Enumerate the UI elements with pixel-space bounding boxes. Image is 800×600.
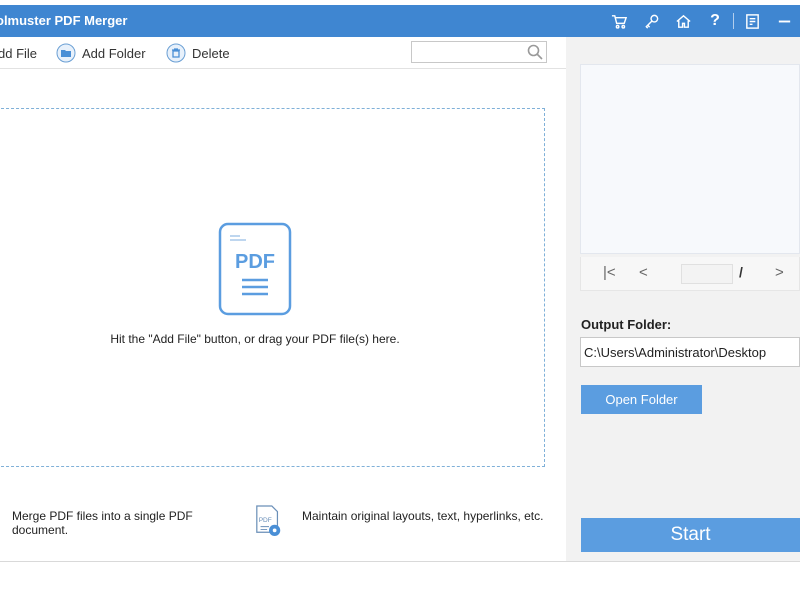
- add-folder-button[interactable]: Add Folder: [56, 43, 146, 63]
- cart-icon[interactable]: [603, 5, 635, 37]
- output-folder-input[interactable]: [580, 337, 800, 367]
- page-number-input[interactable]: [681, 264, 733, 284]
- search-input[interactable]: [412, 42, 524, 62]
- output-folder-label: Output Folder:: [581, 317, 672, 332]
- feature-layout-text: Maintain original layouts, text, hyperli…: [302, 509, 544, 523]
- search-box: [411, 41, 547, 63]
- home-icon[interactable]: [667, 5, 699, 37]
- minimize-icon[interactable]: [768, 5, 800, 37]
- delete-button[interactable]: Delete: [166, 43, 230, 63]
- title-bar-icons: ?: [603, 5, 800, 37]
- pdf-layout-icon: PDF: [256, 505, 281, 536]
- open-folder-button[interactable]: Open Folder: [581, 385, 702, 414]
- add-folder-icon: [56, 43, 76, 63]
- feature-icon-text: PDF: [259, 517, 272, 524]
- status-bar: [0, 562, 800, 600]
- pdf-file-icon: PDF: [218, 222, 292, 316]
- help-glyph: ?: [710, 12, 720, 29]
- output-panel: |< < / > Output Folder: Open Folder Star…: [566, 37, 800, 561]
- file-list-panel: dd File Add Folder Delete PDF Hit the "A…: [0, 37, 566, 561]
- delete-label: Delete: [192, 45, 230, 61]
- drop-hint: Hit the "Add File" button, or drag your …: [110, 332, 400, 346]
- feedback-icon[interactable]: [736, 5, 768, 37]
- first-page-button[interactable]: |<: [603, 264, 616, 281]
- feature-merge-text: Merge PDF files into a single PDF docume…: [12, 509, 193, 537]
- toolbar: dd File Add Folder Delete: [0, 37, 566, 69]
- pdf-icon-text: PDF: [235, 251, 275, 273]
- trash-icon: [166, 43, 186, 63]
- page-separator: /: [739, 264, 743, 280]
- key-icon[interactable]: [635, 5, 667, 37]
- search-icon[interactable]: [526, 43, 544, 61]
- add-file-label: dd File: [0, 45, 38, 61]
- start-button[interactable]: Start: [581, 518, 800, 552]
- title-separator: [733, 13, 734, 29]
- help-icon[interactable]: ?: [699, 5, 731, 37]
- next-page-button[interactable]: >: [775, 264, 784, 281]
- prev-page-button[interactable]: <: [639, 264, 648, 281]
- app-title: olmuster PDF Merger: [0, 13, 128, 28]
- add-folder-label: Add Folder: [82, 45, 146, 61]
- add-file-button[interactable]: dd File: [0, 43, 37, 63]
- preview-area: [580, 64, 800, 254]
- title-bar: olmuster PDF Merger ?: [0, 5, 800, 37]
- page-navigator: |< < / >: [580, 257, 800, 291]
